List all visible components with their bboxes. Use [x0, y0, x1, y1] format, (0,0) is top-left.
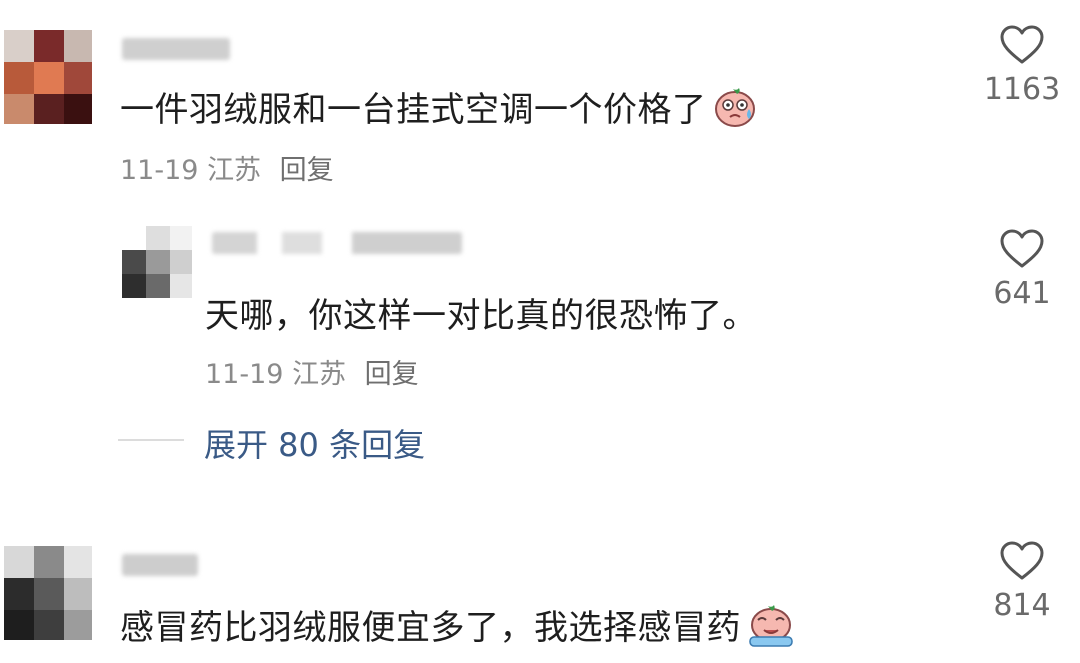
reply-button[interactable]: 回复	[365, 359, 419, 390]
username[interactable]	[212, 232, 462, 254]
heart-icon	[1000, 229, 1044, 268]
comment-text: 一件羽绒服和一台挂式空调一个价格了	[120, 82, 757, 138]
comment-text: 感冒药比羽绒服便宜多了，我选择感冒药	[120, 600, 795, 656]
avatar[interactable]	[4, 30, 92, 124]
avatar[interactable]	[122, 226, 192, 298]
divider	[118, 439, 184, 441]
like-count: 641	[993, 276, 1051, 311]
comment-meta: 11-19 江苏 回复	[205, 352, 419, 391]
username[interactable]	[122, 554, 198, 576]
heart-icon	[1000, 541, 1044, 580]
comment-location: 江苏	[292, 359, 347, 390]
expand-replies-button[interactable]: 展开 80 条回复	[204, 420, 425, 466]
like-button[interactable]: 1163	[982, 24, 1062, 107]
heart-icon	[1000, 25, 1044, 64]
like-button[interactable]: 814	[982, 540, 1062, 623]
comment-date: 11-19	[205, 359, 284, 390]
like-button[interactable]: 641	[982, 228, 1062, 311]
comment-location: 江苏	[207, 155, 262, 186]
comment-meta: 11-19 江苏 回复	[120, 148, 334, 187]
comment-text: 天哪，你这样一对比真的很恐怖了。	[205, 296, 757, 336]
like-count: 814	[993, 588, 1051, 623]
comment-date: 11-19	[120, 155, 199, 186]
username[interactable]	[122, 38, 230, 60]
sobbing-face-emoji	[747, 603, 795, 656]
reply-button[interactable]: 回复	[280, 155, 334, 186]
avatar[interactable]	[4, 546, 92, 640]
like-count: 1163	[983, 72, 1061, 107]
crying-face-emoji	[713, 85, 757, 138]
